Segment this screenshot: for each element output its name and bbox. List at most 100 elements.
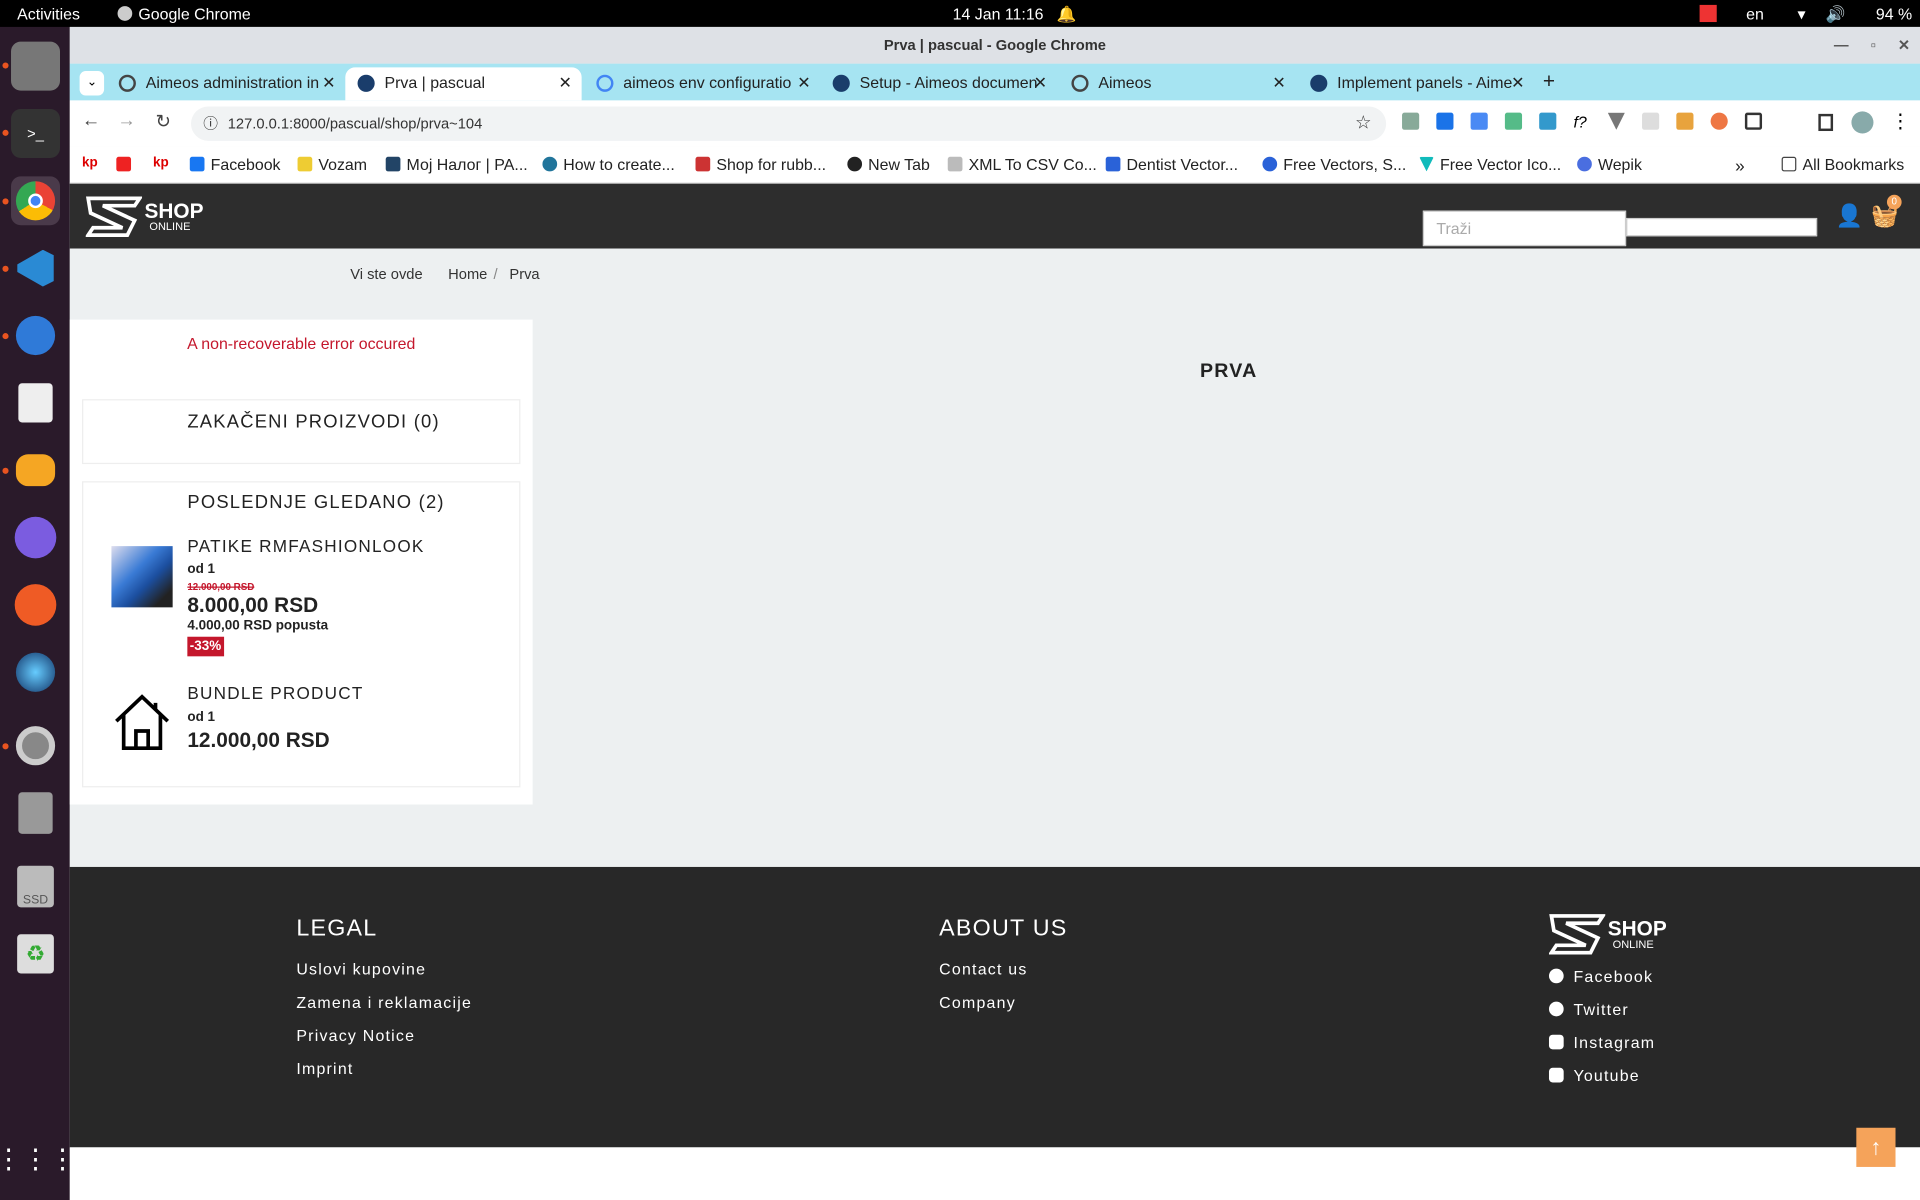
vozam-icon xyxy=(297,156,313,172)
elephant-app-icon[interactable] xyxy=(11,446,60,495)
trash-icon[interactable]: ♻ xyxy=(11,929,60,978)
activities-button[interactable]: Activities xyxy=(17,5,80,23)
extension-icon[interactable] xyxy=(1539,112,1557,130)
globe-icon xyxy=(847,156,863,172)
address-bar[interactable]: ⓘ 127.0.0.1:8000/pascual/shop/prva~104 ☆ xyxy=(191,106,1387,141)
close-icon[interactable]: ✕ xyxy=(797,73,810,93)
avatar[interactable] xyxy=(1851,111,1874,134)
site-info-icon[interactable]: ⓘ xyxy=(203,107,218,141)
tab-aimeos[interactable]: Aimeos ✕ xyxy=(1059,67,1295,100)
tab-implement-panels[interactable]: Implement panels - Aime ✕ xyxy=(1298,67,1534,100)
link-imprint[interactable]: Imprint xyxy=(296,1059,472,1077)
browser-globe-icon[interactable] xyxy=(11,648,60,697)
bookmark-facebook[interactable]: Facebook xyxy=(189,156,281,174)
menu-icon[interactable]: ⋮ xyxy=(1891,109,1911,133)
files-icon[interactable] xyxy=(11,41,61,91)
bookmark-shop[interactable]: Shop for rubb... xyxy=(695,156,826,174)
bookmark-new-tab[interactable]: New Tab xyxy=(847,156,930,174)
bookmark-dentist[interactable]: Dentist Vector... xyxy=(1105,156,1238,174)
bookmark-label: XML To CSV Co... xyxy=(968,155,1097,174)
close-icon[interactable]: ✕ xyxy=(558,73,571,93)
system-topbar: Activities Google Chrome 14 Jan 11:16 🔔 … xyxy=(0,0,1920,27)
breadcrumb-home[interactable]: Home xyxy=(448,266,487,283)
forward-icon[interactable]: → xyxy=(118,110,136,131)
bookmark-kp-2[interactable]: kp xyxy=(153,156,169,171)
settings-icon[interactable] xyxy=(11,721,60,770)
bookmark-xml-csv[interactable]: XML To CSV Co... xyxy=(947,155,1097,174)
product-from: od 1 xyxy=(187,562,216,577)
postman-icon[interactable] xyxy=(11,580,60,629)
minimize-icon[interactable]: — xyxy=(1834,37,1849,54)
new-tab-button[interactable]: + xyxy=(1543,70,1555,94)
text-editor-icon[interactable] xyxy=(11,378,60,427)
language-indicator[interactable]: en xyxy=(1746,5,1764,23)
logo-s-icon xyxy=(85,196,143,237)
tab-prva[interactable]: Prva | pascual ✕ xyxy=(345,67,582,101)
clock[interactable]: 14 Jan 11:16 xyxy=(953,5,1044,23)
tab-search-icon[interactable]: ⌄ xyxy=(79,71,105,96)
extension-icon[interactable] xyxy=(1710,112,1728,130)
chrome-dock-icon[interactable] xyxy=(11,176,61,226)
app-menu[interactable]: Google Chrome xyxy=(117,5,251,23)
close-icon[interactable]: ✕ xyxy=(1272,73,1285,93)
social-twitter[interactable]: Twitter xyxy=(1548,1000,1667,1019)
maximize-icon[interactable]: ▫ xyxy=(1871,37,1876,54)
translate-icon[interactable] xyxy=(1470,112,1488,130)
tab-aimeos-admin[interactable]: Aimeos administration in ✕ xyxy=(107,67,346,100)
social-facebook[interactable]: Facebook xyxy=(1548,967,1667,986)
tab-setup-docs[interactable]: Setup - Aimeos documen ✕ xyxy=(820,67,1056,100)
link-company[interactable]: Company xyxy=(939,993,1067,1011)
viber-icon[interactable] xyxy=(11,513,60,562)
all-bookmarks[interactable]: All Bookmarks xyxy=(1781,156,1904,174)
error-message: A non-recoverable error occured xyxy=(187,334,416,353)
app-grid-icon[interactable]: ⋮⋮⋮ xyxy=(0,1135,76,1184)
close-icon[interactable]: ✕ xyxy=(1511,73,1524,93)
scroll-to-top-button[interactable]: ↑ xyxy=(1856,1127,1896,1167)
extension-icon[interactable] xyxy=(1676,112,1694,130)
close-window-icon[interactable]: ✕ xyxy=(1898,37,1910,54)
social-instagram[interactable]: Instagram xyxy=(1548,1033,1667,1052)
bookmark-vozam[interactable]: Vozam xyxy=(297,156,367,174)
bookmark-moj-nalog[interactable]: Мој Налог | РА... xyxy=(385,156,528,174)
bookmark-free-vector-icons[interactable]: Free Vector Ico... xyxy=(1419,156,1561,174)
shop-logo[interactable]: SHOP ONLINE xyxy=(85,196,203,238)
footer-logo[interactable]: SHOP ONLINE xyxy=(1548,913,1667,955)
disk-icon[interactable] xyxy=(11,789,60,838)
tab-google-search[interactable]: aimeos env configuratio ✕ xyxy=(584,67,820,100)
bookmark-wepik[interactable]: Wepik xyxy=(1577,156,1642,174)
download-icon[interactable] xyxy=(1436,112,1454,130)
vscode-icon[interactable] xyxy=(11,244,60,293)
link-contact-us[interactable]: Contact us xyxy=(939,960,1067,978)
thunderbird-icon[interactable] xyxy=(11,311,60,360)
puzzle-icon[interactable] xyxy=(1744,112,1763,130)
side-panel-icon[interactable] xyxy=(1818,113,1834,132)
more-bookmarks-icon[interactable]: » xyxy=(1735,156,1745,176)
bookmark-m[interactable] xyxy=(116,156,137,174)
terminal-icon[interactable]: >_ xyxy=(11,108,61,158)
bookmark-how-to[interactable]: How to create... xyxy=(542,156,675,174)
link-zamena-reklamacije[interactable]: Zamena i reklamacije xyxy=(296,993,472,1011)
star-icon[interactable]: ☆ xyxy=(1355,107,1371,141)
extension-icon[interactable] xyxy=(1402,112,1420,130)
bookmark-free-vectors[interactable]: Free Vectors, S... xyxy=(1262,156,1406,174)
extension-icon[interactable] xyxy=(1642,112,1660,130)
reload-icon[interactable]: ↻ xyxy=(156,110,171,132)
house-icon[interactable] xyxy=(111,692,172,753)
product-item[interactable]: BUNDLE PRODUCT od 1 12.000,00 RSD xyxy=(187,683,363,753)
user-icon[interactable]: 👤 xyxy=(1836,203,1863,229)
product-image[interactable] xyxy=(111,546,173,608)
ssd-icon[interactable]: SSD xyxy=(11,862,60,911)
social-youtube[interactable]: Youtube xyxy=(1548,1067,1667,1085)
search-field-extension[interactable] xyxy=(1626,217,1818,237)
product-item[interactable]: PATIKE RMFASHIONLOOK od 1 12.000,00 RSD … xyxy=(187,536,424,657)
link-uslovi-kupovine[interactable]: Uslovi kupovine xyxy=(296,960,472,978)
bookmark-kp[interactable]: kp xyxy=(82,156,98,171)
link-privacy-notice[interactable]: Privacy Notice xyxy=(296,1026,472,1044)
extension-icon[interactable] xyxy=(1504,112,1523,130)
back-icon[interactable]: ← xyxy=(82,110,100,131)
close-icon[interactable]: ✕ xyxy=(1034,73,1047,93)
vue-icon[interactable] xyxy=(1607,112,1625,130)
close-icon[interactable]: ✕ xyxy=(322,73,335,93)
formula-icon[interactable]: f? xyxy=(1573,113,1590,131)
search-input[interactable]: Traži xyxy=(1422,210,1627,247)
